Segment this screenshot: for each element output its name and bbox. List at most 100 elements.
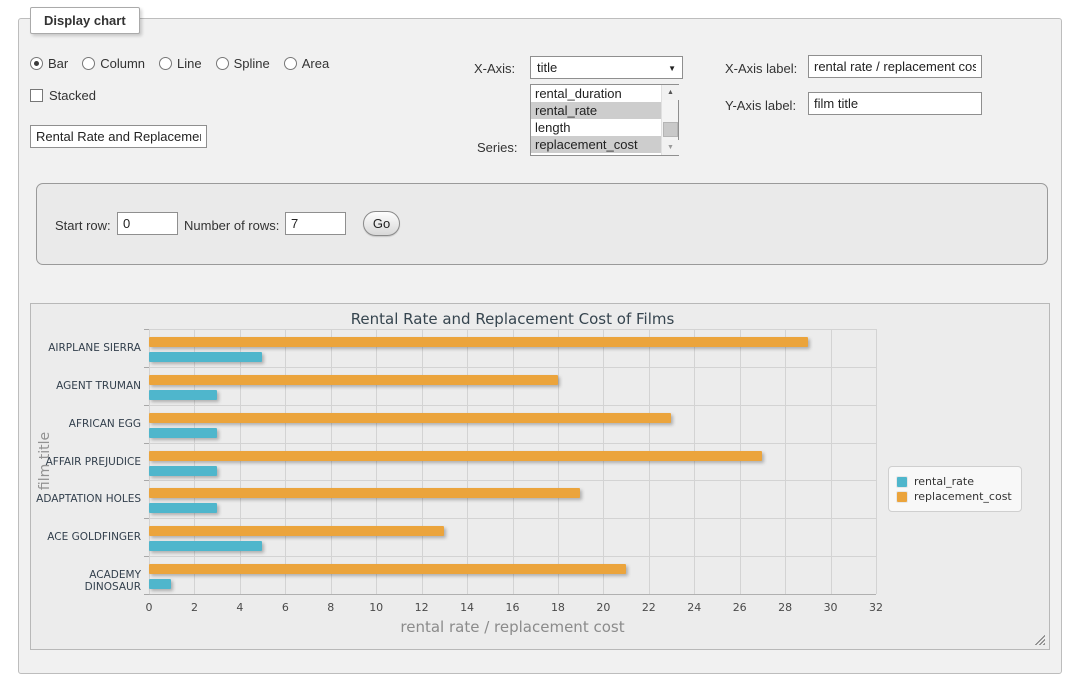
bar-replacement_cost-0[interactable] [149,337,808,347]
gridline-v-24 [694,329,695,594]
radio-label: Line [177,56,202,71]
chart-type-radio-column[interactable]: Column [82,56,145,71]
bar-rental_rate-0[interactable] [149,352,262,362]
chart-title-input[interactable] [30,125,207,148]
legend-item-replacement-cost[interactable]: replacement_cost [896,490,1012,503]
x-tick-label-16: 16 [496,601,530,614]
chart-legend: rental_rate replacement_cost [888,466,1022,512]
chart-type-radio-line[interactable]: Line [159,56,202,71]
y-axis-tick-2 [144,405,149,406]
bar-rental_rate-3[interactable] [149,466,217,476]
y-axis-tick-4 [144,480,149,481]
x-axis-line [149,594,876,595]
gridline-h-6 [149,556,876,557]
radio-icon[interactable] [30,57,43,70]
resize-handle-icon[interactable] [1034,634,1045,645]
bar-replacement_cost-1[interactable] [149,375,558,385]
gridline-v-16 [513,329,514,594]
radio-label: Column [100,56,145,71]
series-option-replacement_cost[interactable]: replacement_cost [531,136,661,153]
x-tick-label-2: 2 [177,601,211,614]
x-tick-label-32: 32 [859,601,893,614]
y-axis-tick-6 [144,556,149,557]
x-tick-label-26: 26 [723,601,757,614]
gridline-h-2 [149,405,876,406]
start-row-input[interactable] [117,212,178,235]
scrollbar-thumb[interactable] [663,122,678,137]
y-axis-tick-1 [144,367,149,368]
plot-area [149,329,876,594]
chart-type-radio-bar[interactable]: Bar [30,56,68,71]
x-axis-select-label: X-Axis: [474,61,515,76]
radio-icon[interactable] [82,57,95,70]
legend-item-rental-rate[interactable]: rental_rate [896,475,1012,488]
gridline-h-0 [149,329,876,330]
gridline-v-32 [876,329,877,594]
series-label: Series: [477,140,517,155]
scroll-down-icon[interactable]: ▼ [662,140,679,155]
gridline-v-20 [603,329,604,594]
gridline-h-4 [149,480,876,481]
legend-label-rental-rate: rental_rate [914,475,974,488]
series-option-length[interactable]: length [531,119,661,136]
go-button[interactable]: Go [363,211,400,236]
legend-label-replacement-cost: replacement_cost [914,490,1012,503]
gridline-v-26 [740,329,741,594]
x-tick-label-6: 6 [268,601,302,614]
radio-icon[interactable] [284,57,297,70]
x-tick-label-28: 28 [768,601,802,614]
x-tick-label-22: 22 [632,601,666,614]
x-axis-label-input[interactable] [808,55,982,78]
stacked-row: Stacked [30,88,96,103]
bar-rental_rate-6[interactable] [149,579,171,589]
x-axis-select[interactable]: title ▼ [530,56,683,79]
gridline-v-0 [149,329,150,594]
x-tick-label-8: 8 [314,601,348,614]
chart-type-radio-spline[interactable]: Spline [216,56,270,71]
radio-label: Spline [234,56,270,71]
gridline-v-12 [422,329,423,594]
x-axis-title: rental rate / replacement cost [149,618,876,636]
bar-replacement_cost-4[interactable] [149,488,580,498]
gridline-v-18 [558,329,559,594]
y-axis-label-input[interactable] [808,92,982,115]
radio-icon[interactable] [159,57,172,70]
bar-rental_rate-2[interactable] [149,428,217,438]
bar-rental_rate-4[interactable] [149,503,217,513]
bar-replacement_cost-3[interactable] [149,451,762,461]
bar-replacement_cost-6[interactable] [149,564,626,574]
gridline-v-2 [194,329,195,594]
bar-rental_rate-5[interactable] [149,541,262,551]
bar-rental_rate-1[interactable] [149,390,217,400]
radio-label: Bar [48,56,68,71]
page: Display chart Bar Column Line Spline Area St… [0,0,1081,681]
scroll-up-icon[interactable]: ▲ [662,85,679,100]
fieldset-legend: Display chart [30,7,140,34]
series-option-rental_rate[interactable]: rental_rate [531,102,661,119]
stacked-checkbox[interactable] [30,89,43,102]
category-label-5: ACE GOLDFINGER [31,531,141,543]
number-of-rows-label: Number of rows: [184,218,279,233]
gridline-v-28 [785,329,786,594]
gridline-v-14 [467,329,468,594]
x-tick-label-30: 30 [814,601,848,614]
bar-replacement_cost-5[interactable] [149,526,444,536]
gridline-v-10 [376,329,377,594]
x-tick-label-12: 12 [405,601,439,614]
chart-title: Rental Rate and Replacement Cost of Film… [149,310,876,328]
series-option-rental_duration[interactable]: rental_duration [531,85,661,102]
series-options: rental_durationrental_ratelengthreplacem… [531,85,661,155]
gridline-h-3 [149,443,876,444]
gridline-v-30 [831,329,832,594]
radio-icon[interactable] [216,57,229,70]
chart-type-radio-area[interactable]: Area [284,56,329,71]
listbox-scrollbar[interactable]: ▲ ▼ [661,85,678,155]
x-tick-label-4: 4 [223,601,257,614]
legend-swatch-rental-rate [896,476,908,488]
y-axis-tick-3 [144,443,149,444]
start-row-label: Start row: [55,218,111,233]
gridline-v-8 [331,329,332,594]
series-listbox[interactable]: rental_durationrental_ratelengthreplacem… [530,84,679,156]
bar-replacement_cost-2[interactable] [149,413,671,423]
number-of-rows-input[interactable] [285,212,346,235]
